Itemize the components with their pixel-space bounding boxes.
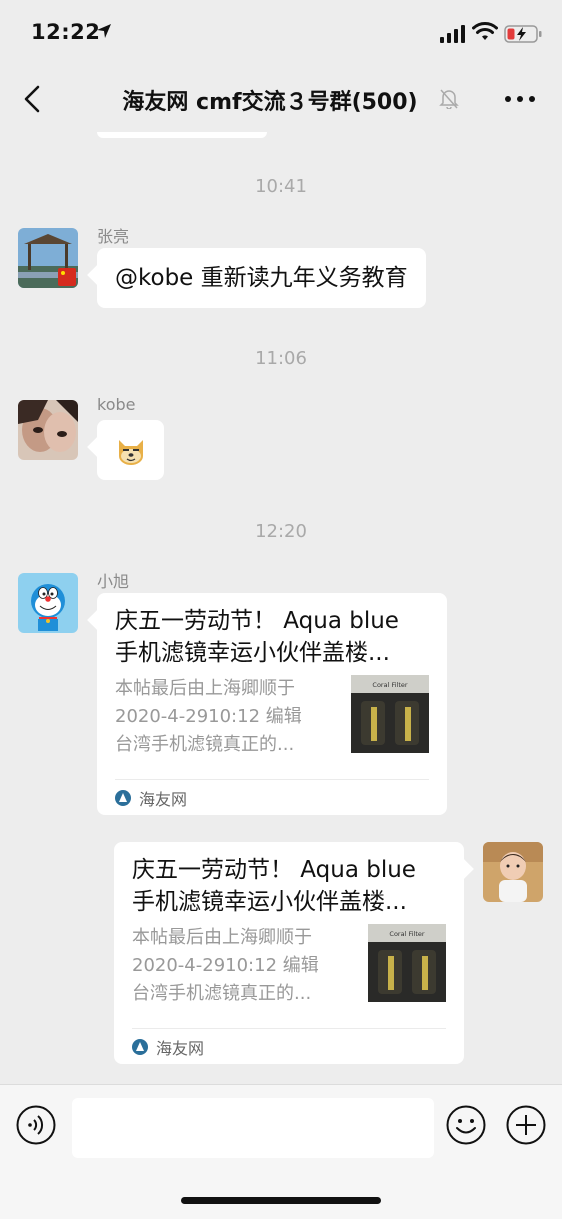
card-title-line: 手机滤镜幸运小伙伴盖楼... xyxy=(132,889,407,915)
status-time: 12:22 xyxy=(31,20,101,44)
bell-slash-icon xyxy=(439,89,459,109)
emoji-icon[interactable] xyxy=(446,1105,486,1145)
card-source: 海友网 xyxy=(132,1035,204,1059)
card-title-line: 手机滤镜幸运小伙伴盖楼... xyxy=(115,640,390,666)
status-bar: 12:22 xyxy=(0,0,562,66)
location-arrow-icon xyxy=(97,24,111,38)
timestamp: 11:06 xyxy=(255,348,307,369)
timestamp: 12:20 xyxy=(255,521,307,542)
avatar[interactable] xyxy=(483,842,543,902)
avatar[interactable] xyxy=(18,573,78,633)
card-description: 本帖最后由上海卿顺于 2020-4-2910:12 编辑 台湾手机滤镜真正的..… xyxy=(115,675,337,759)
card-thumbnail: Coral Filter xyxy=(368,924,446,1002)
card-source-name: 海友网 xyxy=(156,1039,205,1058)
voice-icon[interactable] xyxy=(16,1105,56,1145)
card-desc-line: 2020-4-2910:12 编辑 xyxy=(132,955,319,976)
card-desc-line: 台湾手机滤镜真正的... xyxy=(115,734,295,755)
timestamp: 10:41 xyxy=(255,176,307,197)
card-title-line: 庆五一劳动节！ Aqua blue xyxy=(132,857,416,883)
nav-bar: 海友网 cmf交流３号群(500) xyxy=(0,66,562,132)
card-title: 庆五一劳动节！ Aqua blue 手机滤镜幸运小伙伴盖楼... xyxy=(115,605,433,669)
plus-icon[interactable] xyxy=(506,1105,546,1145)
avatar[interactable] xyxy=(18,400,78,460)
home-indicator xyxy=(181,1197,381,1204)
thumbnail-label: Coral Filter xyxy=(389,930,424,938)
card-thumbnail: Coral Filter xyxy=(351,675,429,753)
message-text: @kobe 重新读九年义务教育 xyxy=(115,265,408,291)
site-logo-icon xyxy=(115,790,131,806)
input-bar xyxy=(0,1084,562,1219)
link-card[interactable]: 庆五一劳动节！ Aqua blue 手机滤镜幸运小伙伴盖楼... 本帖最后由上海… xyxy=(114,842,464,1064)
thumbnail-label: Coral Filter xyxy=(372,681,407,689)
sender-name: 张亮 xyxy=(97,227,130,246)
more-dots-icon[interactable] xyxy=(504,94,536,104)
site-logo-icon xyxy=(132,1039,148,1055)
card-desc-line: 本帖最后由上海卿顺于 xyxy=(115,678,295,699)
chat-title: 海友网 cmf交流３号群(500) xyxy=(122,90,418,115)
card-desc-line: 台湾手机滤镜真正的... xyxy=(132,983,312,1004)
avatar[interactable] xyxy=(18,228,78,288)
sender-name: 小旭 xyxy=(97,572,130,591)
battery-charging-icon xyxy=(504,25,542,43)
link-card[interactable]: 庆五一劳动节！ Aqua blue 手机滤镜幸运小伙伴盖楼... 本帖最后由上海… xyxy=(97,593,447,815)
message-bubble[interactable]: @kobe 重新读九年义务教育 xyxy=(97,248,426,308)
card-divider xyxy=(132,1028,446,1029)
cellular-signal-icon xyxy=(440,25,465,43)
chat-area[interactable]: 10:41 张亮 @kobe 重新读九年义务教育 11:06 kobe 12:2… xyxy=(0,132,562,1084)
previous-message-bubble xyxy=(97,132,267,138)
sticker-bubble[interactable] xyxy=(97,420,164,480)
sender-name: kobe xyxy=(97,395,136,414)
card-description: 本帖最后由上海卿顺于 2020-4-2910:12 编辑 台湾手机滤镜真正的..… xyxy=(132,924,354,1008)
doge-emoji-icon xyxy=(119,440,143,465)
card-desc-line: 2020-4-2910:12 编辑 xyxy=(115,706,302,727)
card-desc-line: 本帖最后由上海卿顺于 xyxy=(132,927,312,948)
card-divider xyxy=(115,779,429,780)
wifi-icon xyxy=(472,22,498,40)
card-title-line: 庆五一劳动节！ Aqua blue xyxy=(115,608,399,634)
card-title: 庆五一劳动节！ Aqua blue 手机滤镜幸运小伙伴盖楼... xyxy=(132,854,450,918)
message-input[interactable] xyxy=(72,1098,434,1158)
card-source: 海友网 xyxy=(115,786,187,810)
card-source-name: 海友网 xyxy=(139,790,188,809)
chevron-left-icon[interactable] xyxy=(18,84,48,114)
